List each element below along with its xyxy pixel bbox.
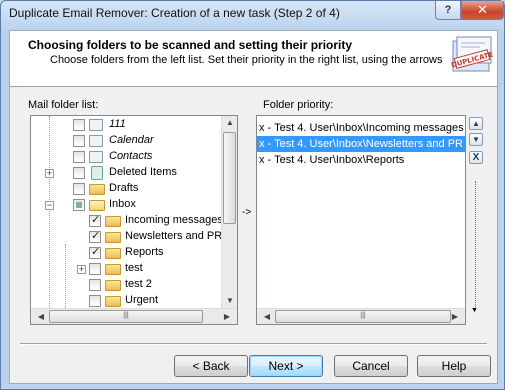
scroll-thumb[interactable] [223,132,236,224]
tree-item-incoming-messages[interactable]: Incoming messages [31,213,231,229]
tree-item-label: 111 [109,118,126,130]
tree-item-label: Drafts [109,182,139,194]
scroll-right-arrow-icon[interactable]: ▶ [219,312,235,321]
close-button[interactable]: ✕ [461,1,504,20]
move-down-button[interactable]: ▼ [469,133,483,146]
tree-item-calendar[interactable]: Calendar [31,133,221,149]
tree-item-label: Reports [125,246,164,258]
expand-plus-icon[interactable]: + [45,169,54,178]
tree-item-urgent[interactable]: Urgent [31,293,231,309]
priority-slider-track [475,181,476,309]
wizard-window: Duplicate Email Remover: Creation of a n… [0,0,505,390]
priority-item[interactable]: x - Test 4. User\Inbox\Reports [257,152,465,168]
button-separator [20,343,487,345]
folder-icon [105,232,121,243]
tree-item-label: Newsletters and PR [125,230,223,242]
folder-icon [105,264,121,275]
folder-checkbox[interactable] [89,229,101,243]
folder-icon [89,184,105,195]
folder-checkbox[interactable] [89,213,101,227]
scroll-thumb[interactable]: ||| [49,310,203,323]
duplicate-stamp-icon: DUPLICATE [450,36,494,72]
scroll-up-arrow-icon[interactable]: ▲ [222,118,237,127]
collapse-minus-icon[interactable]: − [45,201,54,210]
scroll-down-arrow-icon[interactable]: ▼ [222,296,237,305]
header-subtitle: Choose folders from the left list. Set t… [50,54,443,66]
scroll-left-arrow-icon[interactable]: ◀ [259,312,275,321]
tree-item-label: Calendar [109,134,154,146]
folder-checkbox[interactable] [89,279,101,291]
tree-item-test-2[interactable]: test 2 [31,277,231,293]
priority-item-selected[interactable]: x - Test 4. User\Inbox\Newsletters and P… [257,136,465,152]
tree-item-reports[interactable]: Reports [31,245,231,261]
cancel-button[interactable]: Cancel [334,355,408,377]
window-title: Duplicate Email Remover: Creation of a n… [9,6,340,20]
tree-horizontal-scrollbar[interactable]: ◀ ||| ▶ [31,308,237,324]
calendar-icon [89,135,103,147]
remove-button[interactable]: X [469,151,483,164]
scroll-thumb[interactable]: ||| [275,310,451,323]
priority-horizontal-scrollbar[interactable]: ◀ ||| ▶ [257,308,465,324]
tree-item-label: test [125,262,143,274]
priority-item[interactable]: x - Test 4. User\Inbox\Incoming messages [257,120,465,136]
folder-checkbox[interactable] [73,167,85,179]
tree-item-label: Urgent [125,294,159,306]
folder-checkbox[interactable] [89,295,101,307]
move-up-button[interactable]: ▲ [469,117,483,130]
scroll-left-arrow-icon[interactable]: ◀ [33,312,49,321]
tree-item-deleted-items[interactable]: + Deleted Items [31,165,221,181]
wizard-header: Choosing folders to be scanned and setti… [10,31,497,87]
tree-vertical-scrollbar[interactable]: ▲ ▼ [221,116,237,308]
tree-item-label: test 2 [125,278,152,290]
tree-item-111[interactable]: 111 [31,117,221,133]
title-bar[interactable]: Duplicate Email Remover: Creation of a n… [1,1,504,27]
tree-item-label: Deleted Items [109,166,177,178]
folder-icon [105,280,121,291]
mail-folder-list-label: Mail folder list: [28,99,99,111]
folder-checkbox[interactable] [73,135,85,147]
folder-icon [105,248,121,259]
mail-folder-tree[interactable]: 111 Calendar Contacts + Deleted Items Dr… [30,115,238,325]
tree-item-test[interactable]: + test [31,261,231,277]
help-title-button[interactable]: ? [435,1,461,20]
folder-priority-label: Folder priority: [263,99,334,111]
tree-item-drafts[interactable]: Drafts [31,181,221,197]
folder-checkbox[interactable] [73,199,85,211]
tree-item-newsletters[interactable]: Newsletters and PR [31,229,231,245]
folder-icon [105,216,121,227]
folder-checkbox[interactable] [89,263,101,275]
tree-item-contacts[interactable]: Contacts [31,149,221,165]
folder-checkbox[interactable] [73,151,85,163]
header-title: Choosing folders to be scanned and setti… [28,38,353,52]
open-folder-icon [89,200,105,211]
back-button[interactable]: < Back [174,355,248,377]
trash-icon [91,166,103,180]
folder-checkbox[interactable] [73,183,85,195]
next-button[interactable]: Next > [249,355,323,377]
calendar-icon [89,119,103,131]
tree-item-label: Contacts [109,150,153,162]
folder-checkbox[interactable] [89,245,101,259]
slider-down-icon: ▼ [471,307,478,314]
tree-item-inbox[interactable]: − Inbox [31,197,221,213]
wizard-client-area: Choosing folders to be scanned and setti… [9,30,498,384]
help-button[interactable]: Help [417,355,491,377]
folder-checkbox[interactable] [73,119,85,131]
folder-priority-list[interactable]: x - Test 4. User\Inbox\Incoming messages… [256,115,466,325]
tree-item-label: Inbox [109,198,136,210]
scroll-right-arrow-icon[interactable]: ▶ [447,312,463,321]
tree-item-label: Incoming messages [125,214,223,226]
move-right-arrow[interactable]: -> [242,207,251,218]
expand-plus-icon[interactable]: + [77,265,86,274]
contacts-icon [89,151,103,163]
folder-icon [105,296,121,307]
